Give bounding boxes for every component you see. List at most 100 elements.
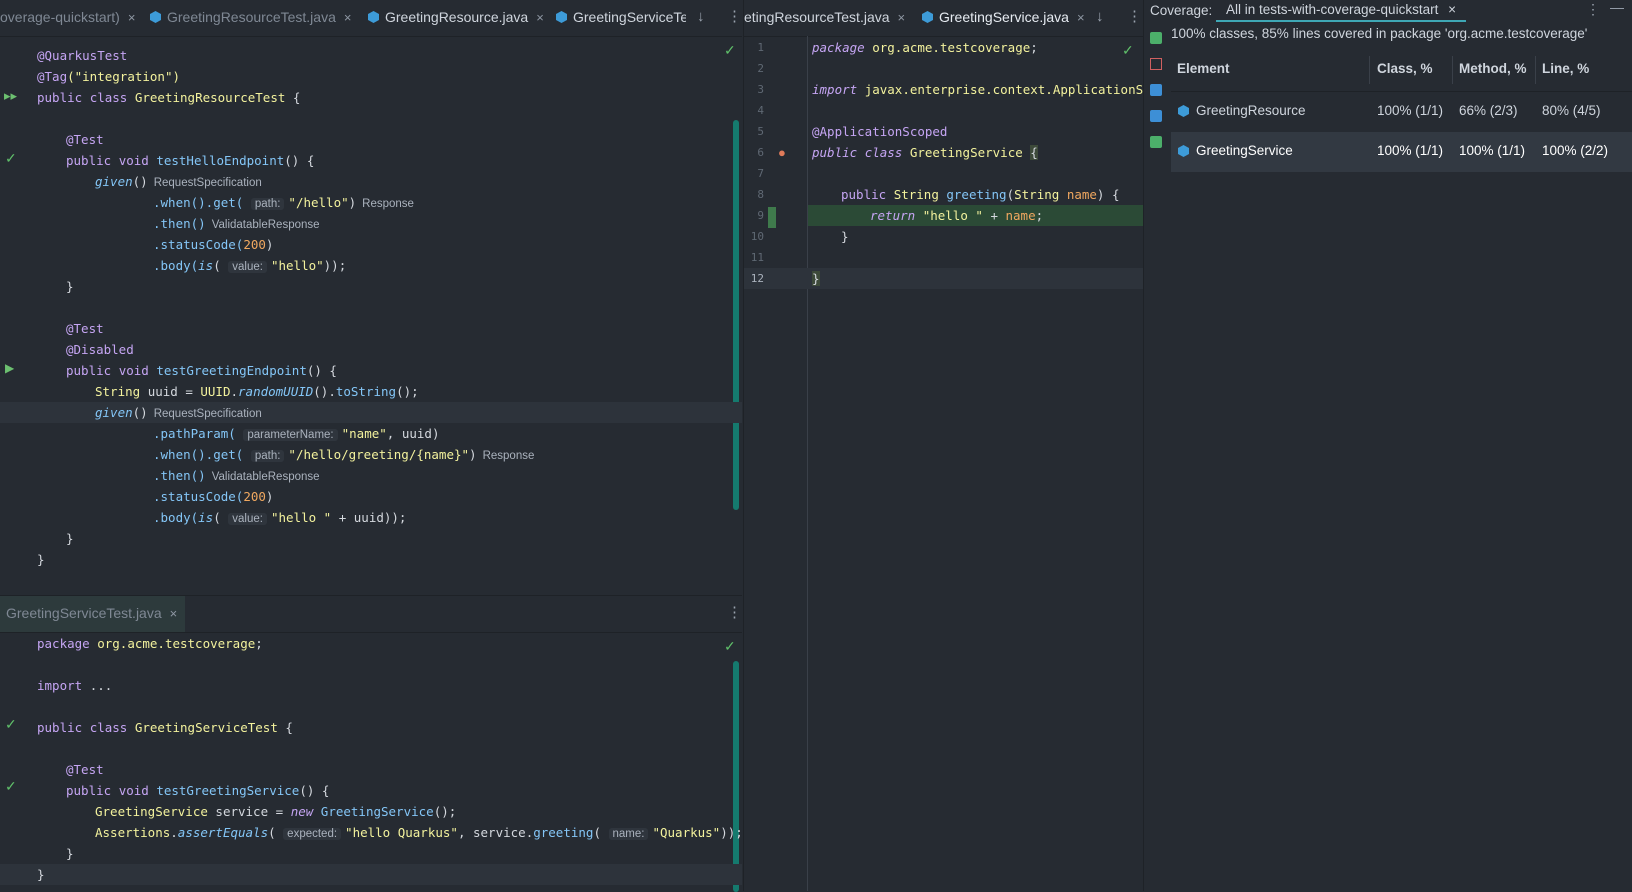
line-number: 4 — [757, 104, 764, 117]
column-divider — [1535, 56, 1536, 84]
code-line: @Tag("integration") — [37, 69, 180, 84]
code-line: public void testHelloEndpoint() { — [66, 153, 315, 168]
tab-label: GreetingResource.java — [385, 9, 529, 25]
line-number: 12 — [750, 272, 764, 285]
line-number: 3 — [757, 83, 764, 96]
tab-quickstart[interactable]: overage-quickstart) × — [0, 0, 135, 36]
more-icon[interactable]: ⋮ — [727, 0, 742, 36]
line-numbers — [744, 0, 1143, 21]
line-number: 9 — [757, 209, 764, 222]
code-line: } — [37, 552, 45, 567]
generate-report-icon[interactable] — [1150, 136, 1162, 148]
tab-greeting-service-test[interactable]: GreetingServiceTes — [556, 0, 686, 36]
code-line: given() RequestSpecification — [95, 174, 262, 189]
code-line: public void testGreetingService() { — [66, 783, 330, 798]
code-line: .body(is( value: "hello")); — [153, 258, 347, 273]
collapse-icon[interactable] — [1150, 110, 1162, 122]
coverage-panel: Coverage: All in tests-with-coverage-qui… — [1143, 0, 1632, 891]
tab-label: GreetingServiceTes — [573, 9, 686, 25]
class-icon — [150, 11, 161, 23]
code-line: package org.acme.testcoverage; — [812, 40, 1038, 55]
code-line: public void testGreetingEndpoint() { — [66, 363, 337, 378]
coverage-title: Coverage: — [1150, 3, 1213, 18]
tab-greeting-resource-test[interactable]: GreetingResourceTest.java × — [150, 0, 357, 36]
export-icon[interactable] — [1150, 32, 1162, 44]
code-line: public class GreetingResourceTest { — [37, 90, 301, 105]
coverage-summary: 100% classes, 85% lines covered in packa… — [1171, 26, 1588, 41]
current-line: } — [0, 864, 742, 885]
code-line: public class GreetingServiceTest { — [37, 720, 293, 735]
expand-icon[interactable] — [1150, 84, 1162, 96]
line-coverage: 80% (4/5) — [1542, 103, 1601, 118]
code-line: @Test — [66, 132, 104, 147]
close-icon[interactable]: × — [1448, 2, 1456, 17]
table-row[interactable]: GreetingResource 100% (1/1) 66% (2/3) 80… — [1171, 92, 1632, 132]
column-header[interactable]: Class, % — [1377, 61, 1433, 76]
code-line: .then() ValidatableResponse — [153, 216, 320, 231]
tab-label: GreetingResourceTest.java — [167, 9, 336, 25]
class-icon — [556, 11, 567, 23]
current-line: given() RequestSpecification — [0, 402, 742, 423]
code-line: } — [66, 531, 74, 546]
left-tabbar: overage-quickstart) × GreetingResourceTes… — [0, 0, 742, 37]
column-header[interactable]: Method, % — [1459, 61, 1527, 76]
more-icon[interactable]: ⋮ — [1586, 1, 1600, 18]
class-icon — [368, 11, 379, 23]
middle-editor: etingResourceTest.java × GreetingService.… — [743, 0, 1143, 891]
code-line: @Test — [66, 762, 104, 777]
coverage-marker — [768, 207, 776, 228]
code-line: .body(is( value: "hello " + uuid)); — [153, 510, 407, 525]
element-name: GreetingService — [1196, 143, 1293, 158]
close-icon[interactable]: × — [128, 10, 136, 25]
line-number: 6 — [757, 146, 764, 159]
code-line: package org.acme.testcoverage; — [37, 636, 263, 651]
line-number: 7 — [757, 167, 764, 180]
test-passed-icon[interactable]: ✓ — [5, 778, 17, 795]
column-header[interactable]: Element — [1177, 61, 1230, 76]
line-number: 5 — [757, 125, 764, 138]
tab-greeting-resource[interactable]: GreetingResource.java × — [368, 0, 544, 36]
code-line: .statusCode(200) — [153, 237, 274, 252]
code-line: public String greeting(String name) { — [841, 187, 1120, 202]
close-icon[interactable]: × — [344, 10, 352, 25]
close-icon[interactable]: × — [536, 10, 544, 25]
code-line: .when().get( path: "/hello/greeting/{name… — [153, 447, 535, 462]
code-line: @ApplicationScoped — [812, 124, 948, 139]
tab-label: overage-quickstart) — [0, 9, 120, 25]
class-coverage: 100% (1/1) — [1377, 103, 1444, 118]
arrow-down-icon[interactable]: ↓ — [697, 0, 705, 36]
close-icon[interactable]: × — [170, 606, 178, 621]
flatten-icon[interactable] — [1150, 58, 1162, 70]
line-number: 2 — [757, 62, 764, 75]
test-passed-icon[interactable]: ✓ — [5, 716, 17, 733]
code-line: GreetingService service = new GreetingSe… — [95, 804, 457, 819]
class-icon — [1178, 145, 1189, 157]
column-divider — [1452, 56, 1453, 84]
code-line: } — [66, 846, 74, 861]
run-all-icon[interactable]: ▸▸ — [4, 88, 17, 104]
code-line: public class GreetingService { — [812, 145, 1038, 160]
bean-icon[interactable]: ● — [778, 145, 786, 160]
column-header[interactable]: Line, % — [1542, 61, 1589, 76]
covered-line: return "hello " + name; — [808, 205, 1143, 226]
code-line: } — [841, 229, 849, 244]
line-number: 8 — [757, 188, 764, 201]
run-icon[interactable]: ▶ — [5, 361, 14, 375]
table-row-selected[interactable]: GreetingService 100% (1/1) 100% (1/1) 10… — [1171, 132, 1632, 172]
test-passed-icon[interactable]: ✓ — [5, 150, 17, 167]
minimize-icon[interactable]: — — [1610, 0, 1624, 15]
code-line: Assertions.assertEquals( expected: "hello… — [95, 825, 742, 840]
code-line: import javax.enterprise.context.Applicat… — [812, 82, 1143, 97]
tab-greeting-service-test[interactable]: GreetingServiceTest.java × — [0, 596, 186, 632]
code-line: .when().get( path: "/hello") Response — [153, 195, 414, 210]
coverage-suite-tab[interactable]: All in tests-with-coverage-quickstart × — [1216, 0, 1466, 22]
gutter-divider — [807, 36, 808, 891]
class-coverage: 100% (1/1) — [1377, 143, 1444, 158]
more-icon[interactable]: ⋮ — [727, 596, 742, 632]
left-editor-top: overage-quickstart) × GreetingResourceTes… — [0, 0, 742, 595]
code-line: @QuarkusTest — [37, 48, 128, 63]
line-number: 11 — [750, 251, 764, 264]
code-line: .statusCode(200) — [153, 489, 274, 504]
column-divider — [1369, 56, 1370, 84]
code-line: .pathParam( parameterName: "name", uuid) — [153, 426, 440, 441]
